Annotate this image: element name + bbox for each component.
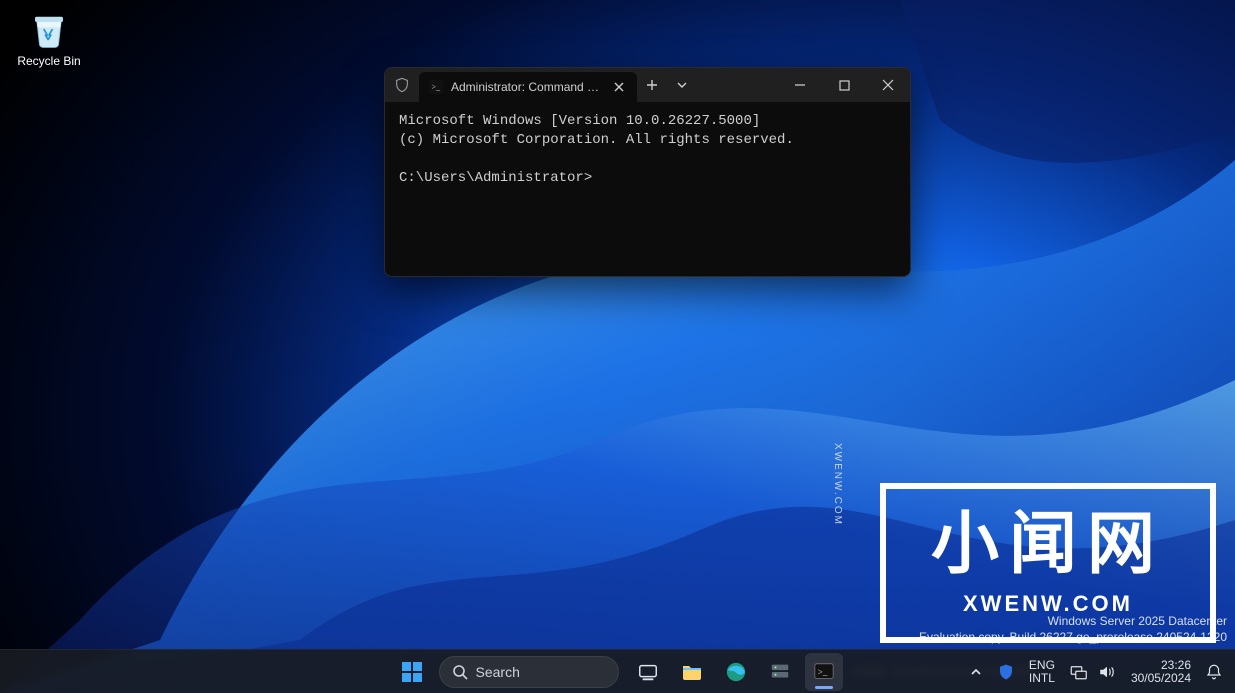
close-button[interactable] bbox=[866, 68, 910, 102]
clock[interactable]: 23:26 30/05/2024 bbox=[1125, 659, 1197, 684]
notifications-button[interactable] bbox=[1199, 653, 1229, 691]
windows-logo-icon bbox=[401, 661, 423, 683]
minimize-button[interactable] bbox=[778, 68, 822, 102]
task-view-icon bbox=[637, 661, 659, 683]
terminal-output[interactable]: Microsoft Windows [Version 10.0.26227.50… bbox=[385, 102, 910, 198]
task-view-button[interactable] bbox=[629, 653, 667, 691]
terminal-icon: >_ bbox=[813, 661, 835, 683]
volume-icon bbox=[1097, 663, 1117, 681]
network-icon bbox=[1069, 663, 1087, 681]
file-explorer-icon bbox=[680, 660, 704, 684]
cmd-icon: >_ bbox=[429, 80, 443, 94]
terminal-window: >_ Administrator: Command Pro bbox=[384, 67, 911, 277]
desktop-icon-recycle-bin[interactable]: Recycle Bin bbox=[14, 8, 84, 68]
svg-text:>_: >_ bbox=[817, 666, 827, 676]
recycle-bin-icon bbox=[28, 8, 70, 50]
search-placeholder: Search bbox=[476, 664, 520, 680]
language-indicator[interactable]: ENG INTL bbox=[1023, 659, 1061, 684]
side-watermark: XWENW.COM bbox=[832, 443, 843, 526]
defender-icon bbox=[997, 663, 1015, 681]
taskbar-edge[interactable] bbox=[717, 653, 755, 691]
search-icon bbox=[452, 664, 468, 680]
titlebar[interactable]: >_ Administrator: Command Pro bbox=[385, 68, 910, 102]
tab-close-button[interactable] bbox=[609, 77, 629, 97]
tab-title: Administrator: Command Pro bbox=[451, 80, 601, 94]
start-button[interactable] bbox=[393, 653, 431, 691]
desktop-icon-label: Recycle Bin bbox=[17, 54, 80, 68]
brand-watermark-box: 小闻网 XWENW.COM bbox=[880, 483, 1216, 643]
edge-icon bbox=[725, 661, 747, 683]
taskbar-search[interactable]: Search bbox=[439, 656, 619, 688]
system-tray[interactable] bbox=[1063, 653, 1123, 691]
taskbar-center: Search bbox=[393, 653, 843, 691]
taskbar: Search bbox=[0, 649, 1235, 693]
terminal-tab[interactable]: >_ Administrator: Command Pro bbox=[419, 72, 637, 102]
bell-icon bbox=[1205, 663, 1223, 681]
brand-big: 小闻网 bbox=[931, 509, 1165, 580]
tray-security-icon[interactable] bbox=[991, 653, 1021, 691]
tab-dropdown-button[interactable] bbox=[667, 68, 697, 102]
taskbar-server-manager[interactable] bbox=[761, 653, 799, 691]
server-manager-icon bbox=[769, 661, 791, 683]
taskbar-terminal-running[interactable]: >_ bbox=[805, 653, 843, 691]
uac-shield-icon bbox=[385, 68, 419, 102]
maximize-button[interactable] bbox=[822, 68, 866, 102]
tray-overflow-button[interactable] bbox=[963, 653, 989, 691]
taskbar-explorer[interactable] bbox=[673, 653, 711, 691]
brand-small: XWENW.COM bbox=[963, 591, 1133, 617]
new-tab-button[interactable] bbox=[637, 68, 667, 102]
titlebar-drag-region[interactable] bbox=[697, 68, 778, 102]
chevron-up-icon bbox=[970, 666, 982, 678]
taskbar-right: ENG INTL 23:26 30/05/2024 bbox=[963, 650, 1229, 693]
svg-text:>_: >_ bbox=[432, 83, 440, 92]
